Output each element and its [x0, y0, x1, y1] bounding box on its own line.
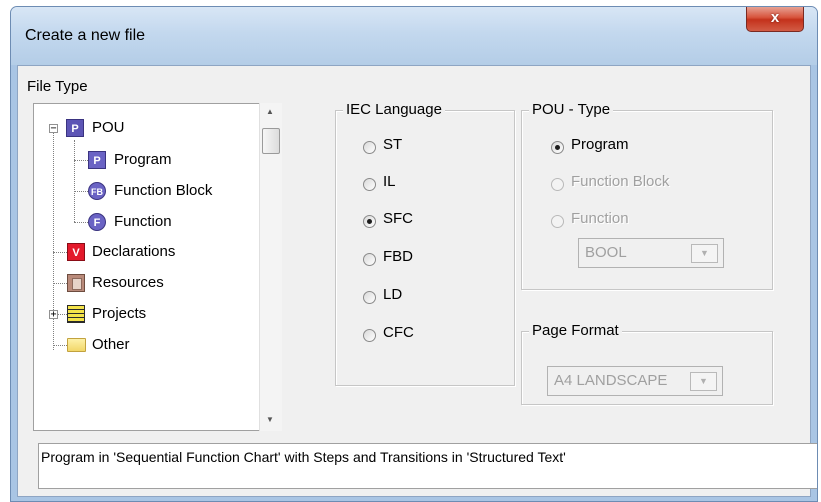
description-text: Program in 'Sequential Function Chart' w…: [41, 449, 566, 465]
return-type-dropdown: BOOL ▼: [578, 238, 724, 268]
tree-item-program[interactable]: Program: [114, 151, 172, 168]
radio-function-label: Function: [571, 210, 629, 227]
title-bar[interactable]: Create a new file x: [11, 7, 817, 65]
tree-item-resources[interactable]: Resources: [92, 274, 164, 291]
radio-cfc[interactable]: [363, 329, 376, 342]
tree-line: [74, 191, 88, 192]
radio-st[interactable]: [363, 141, 376, 154]
page-format-dropdown: A4 LANDSCAPE ▼: [547, 366, 723, 396]
chevron-down-icon: ▼: [690, 372, 717, 391]
radio-fbd[interactable]: [363, 253, 376, 266]
page-format-label: Page Format: [529, 322, 622, 339]
close-button[interactable]: x: [746, 7, 804, 32]
dialog-content: File Type − P POU P Program FB Function …: [17, 65, 817, 497]
radio-function-block: [551, 178, 564, 191]
resources-icon: [67, 274, 85, 292]
tree-item-function[interactable]: Function: [114, 213, 172, 230]
radio-ld-label[interactable]: LD: [383, 286, 402, 303]
dialog-title: Create a new file: [25, 27, 146, 44]
return-type-value: BOOL: [585, 244, 627, 261]
scroll-up-icon[interactable]: ▲: [266, 107, 274, 116]
description-box: Program in 'Sequential Function Chart' w…: [38, 443, 817, 489]
scroll-down-icon[interactable]: ▼: [266, 415, 274, 424]
tree-item-pou[interactable]: POU: [92, 119, 125, 136]
radio-function: [551, 215, 564, 228]
tree-line: [53, 283, 67, 284]
tree-line: [74, 140, 75, 222]
scrollbar-thumb[interactable]: [262, 128, 280, 154]
tree-line: [74, 160, 88, 161]
tree-line: [74, 222, 88, 223]
chevron-down-icon: ▼: [691, 244, 718, 263]
projects-icon: [67, 305, 85, 323]
declarations-icon: V: [67, 243, 85, 261]
iec-language-group: [335, 110, 515, 386]
tree-item-other[interactable]: Other: [92, 336, 130, 353]
tree-line: [53, 345, 67, 346]
tree-item-function-block[interactable]: Function Block: [114, 182, 212, 199]
file-type-tree[interactable]: − P POU P Program FB Function Block F Fu…: [33, 103, 276, 431]
collapse-toggle[interactable]: −: [49, 124, 58, 134]
radio-sfc[interactable]: [363, 215, 376, 228]
expand-toggle[interactable]: +: [49, 310, 58, 320]
radio-program-label[interactable]: Program: [571, 136, 629, 153]
tree-item-declarations[interactable]: Declarations: [92, 243, 175, 260]
radio-sfc-label[interactable]: SFC: [383, 210, 413, 227]
radio-st-label[interactable]: ST: [383, 136, 402, 153]
folder-icon: [67, 338, 86, 352]
tree-line: [58, 314, 67, 315]
radio-cfc-label[interactable]: CFC: [383, 324, 414, 341]
function-block-icon: FB: [88, 182, 106, 200]
dialog-window: Create a new file x File Type − P POU P …: [10, 6, 818, 502]
page-format-value: A4 LANDSCAPE: [554, 372, 668, 389]
program-icon: P: [88, 151, 106, 169]
file-type-label: File Type: [27, 78, 88, 95]
function-icon: F: [88, 213, 106, 231]
radio-program[interactable]: [551, 141, 564, 154]
radio-il-label[interactable]: IL: [383, 173, 396, 190]
radio-function-block-label: Function Block: [571, 173, 670, 190]
pou-type-label: POU - Type: [529, 101, 614, 118]
iec-language-label: IEC Language: [343, 101, 445, 118]
radio-fbd-label[interactable]: FBD: [383, 248, 413, 265]
radio-ld[interactable]: [363, 291, 376, 304]
pou-icon: P: [66, 119, 84, 137]
tree-item-projects[interactable]: Projects: [92, 305, 146, 322]
tree-line: [53, 252, 67, 253]
radio-il[interactable]: [363, 178, 376, 191]
